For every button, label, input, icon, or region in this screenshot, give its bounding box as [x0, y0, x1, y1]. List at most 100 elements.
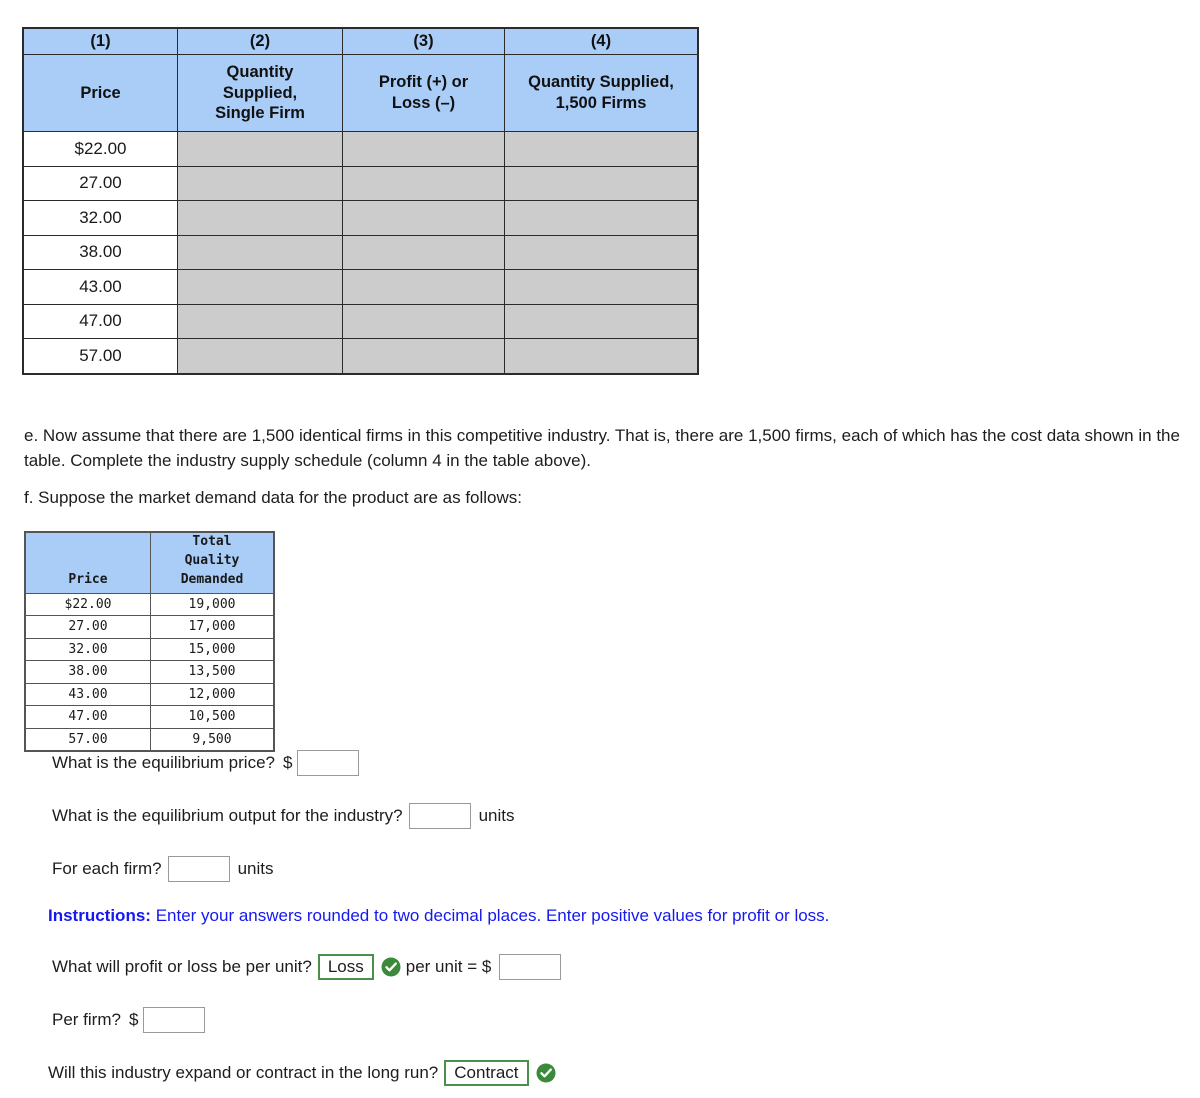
profit-loss-select[interactable]: Loss — [317, 954, 374, 980]
column-header-qsf-line-3: Single Firm — [215, 104, 305, 123]
each-firm-output-input[interactable] — [167, 856, 230, 882]
table-row: 27.00 — [22, 165, 699, 201]
instructions-text: Enter your answers rounded to two decima… — [155, 906, 830, 925]
cell-profit-loss[interactable] — [342, 165, 505, 201]
cell-price: 43.00 — [22, 269, 178, 305]
demand-cell-price: 57.00 — [24, 727, 151, 752]
cell-quantity-single-firm[interactable] — [177, 303, 343, 339]
column-header-pl-line-2: Loss (–) — [391, 94, 456, 112]
check-circle-icon — [381, 957, 401, 977]
demand-cell-price: 27.00 — [24, 615, 151, 639]
cell-profit-loss[interactable] — [342, 131, 505, 167]
column-header-q1500-line-2: 1,500 Firms — [555, 94, 647, 112]
cell-quantity-1500-firms[interactable] — [504, 200, 699, 236]
per-firm-input[interactable] — [143, 1007, 206, 1033]
cell-quantity-single-firm[interactable] — [177, 234, 343, 270]
check-circle-icon — [536, 1063, 556, 1083]
question-profit-loss-per-unit: What will profit or loss be per unit? Lo… — [52, 954, 562, 980]
demand-cell-quantity: 19,000 — [150, 592, 275, 617]
column-header-price: Price — [22, 54, 178, 132]
paragraph-f: f. Suppose the market demand data for th… — [24, 488, 523, 507]
column-header-quantity-single-firm: Quantity Supplied, Single Firm — [177, 54, 343, 132]
equilibrium-output-unit: units — [478, 806, 515, 825]
demand-header-tqd-line-3: Demanded — [180, 571, 244, 587]
cell-quantity-1500-firms[interactable] — [504, 234, 699, 270]
table-row: 47.00 10,500 — [24, 705, 275, 729]
demand-cell-quantity: 12,000 — [150, 682, 275, 707]
demand-cell-quantity: 17,000 — [150, 615, 275, 639]
demand-cell-price: 43.00 — [24, 682, 151, 707]
demand-schedule-table: Price Total Quality Demanded $22.00 19,0… — [24, 531, 275, 753]
table-row: 32.00 — [22, 200, 699, 236]
column-header-qsf-line-1: Quantity — [226, 62, 294, 81]
table-row: 38.00 — [22, 234, 699, 270]
cell-quantity-single-firm[interactable] — [177, 269, 343, 305]
cell-price: 27.00 — [22, 165, 178, 201]
cell-price: 47.00 — [22, 303, 178, 339]
instructions-line: Instructions: Enter your answers rounded… — [48, 906, 829, 926]
demand-header-total-quality-demanded: Total Quality Demanded — [150, 531, 275, 594]
column-header-pl-line-1: Profit (+) or — [378, 73, 469, 92]
demand-cell-quantity: 15,000 — [150, 637, 275, 662]
cell-quantity-1500-firms[interactable] — [504, 165, 699, 201]
column-header-profit-loss: Profit (+) or Loss (–) — [342, 54, 505, 132]
cell-quantity-single-firm[interactable] — [177, 338, 343, 374]
table-row: 43.00 — [22, 269, 699, 305]
question-each-firm-label: For each firm? — [52, 859, 162, 878]
cost-supply-table: (1) (2) (3) (4) Price Quantity Supplied,… — [22, 27, 699, 375]
demand-schedule-table-container: Price Total Quality Demanded $22.00 19,0… — [24, 531, 275, 753]
cost-supply-table-container: (1) (2) (3) (4) Price Quantity Supplied,… — [22, 27, 699, 375]
column-header-quantity-1500-firms: Quantity Supplied, 1,500 Firms — [504, 54, 699, 132]
cell-quantity-1500-firms[interactable] — [504, 303, 699, 339]
demand-cell-price: 47.00 — [24, 705, 151, 729]
each-firm-output-unit: units — [237, 859, 274, 878]
table-row: 57.00 — [22, 338, 699, 374]
question-equilibrium-output: What is the equilibrium output for the i… — [52, 803, 515, 829]
cell-quantity-1500-firms[interactable] — [504, 338, 699, 374]
table-row-demand-headers: Price Total Quality Demanded — [24, 531, 275, 594]
equilibrium-price-input[interactable] — [297, 750, 360, 776]
table-row-column-headers: Price Quantity Supplied, Single Firm Pro… — [22, 54, 699, 132]
cell-quantity-single-firm[interactable] — [177, 165, 343, 201]
question-per-firm-label: Per firm? — [52, 1010, 121, 1029]
cell-price: 32.00 — [22, 200, 178, 236]
question-expand-or-contract: Will this industry expand or contract in… — [48, 1060, 561, 1086]
cell-quantity-single-firm[interactable] — [177, 131, 343, 167]
equilibrium-output-input[interactable] — [408, 803, 471, 829]
question-equilibrium-price: What is the equilibrium price? $ — [52, 750, 360, 776]
cell-profit-loss[interactable] — [342, 338, 505, 374]
cell-profit-loss[interactable] — [342, 200, 505, 236]
column-number-2: (2) — [177, 27, 343, 55]
table-row: 43.00 12,000 — [24, 682, 275, 707]
question-each-firm-output: For each firm? units — [52, 856, 274, 882]
profit-loss-per-unit-input[interactable] — [499, 954, 562, 980]
table-row: $22.00 19,000 — [24, 592, 275, 617]
cell-profit-loss[interactable] — [342, 234, 505, 270]
column-number-3: (3) — [342, 27, 505, 55]
cell-profit-loss[interactable] — [342, 303, 505, 339]
table-row: 47.00 — [22, 303, 699, 339]
table-row: 32.00 15,000 — [24, 637, 275, 662]
column-header-q1500-line-1: Quantity Supplied, — [528, 73, 674, 92]
table-row: $22.00 — [22, 131, 699, 167]
dollar-sign: $ — [282, 753, 293, 772]
demand-cell-price: 38.00 — [24, 660, 151, 684]
cell-profit-loss[interactable] — [342, 269, 505, 305]
question-equilibrium-output-label: What is the equilibrium output for the i… — [52, 806, 403, 825]
column-header-price-line-1: Price — [80, 83, 121, 102]
cell-price: 38.00 — [22, 234, 178, 270]
dollar-sign: $ — [128, 1010, 139, 1029]
expand-contract-select[interactable]: Contract — [444, 1060, 529, 1086]
cell-quantity-1500-firms[interactable] — [504, 131, 699, 167]
column-header-qsf-line-2: Supplied, — [222, 83, 298, 102]
demand-header-tqd-line-1: Total — [192, 534, 232, 549]
cell-quantity-single-firm[interactable] — [177, 200, 343, 236]
cell-quantity-1500-firms[interactable] — [504, 269, 699, 305]
question-equilibrium-price-label: What is the equilibrium price? — [52, 753, 275, 772]
demand-header-price: Price — [24, 531, 151, 594]
cell-price: $22.00 — [22, 131, 178, 167]
table-row: 57.00 9,500 — [24, 727, 275, 752]
paragraph-e: e. Now assume that there are 1,500 ident… — [24, 426, 1180, 470]
demand-cell-quantity: 13,500 — [150, 660, 275, 684]
column-number-1: (1) — [22, 27, 178, 55]
